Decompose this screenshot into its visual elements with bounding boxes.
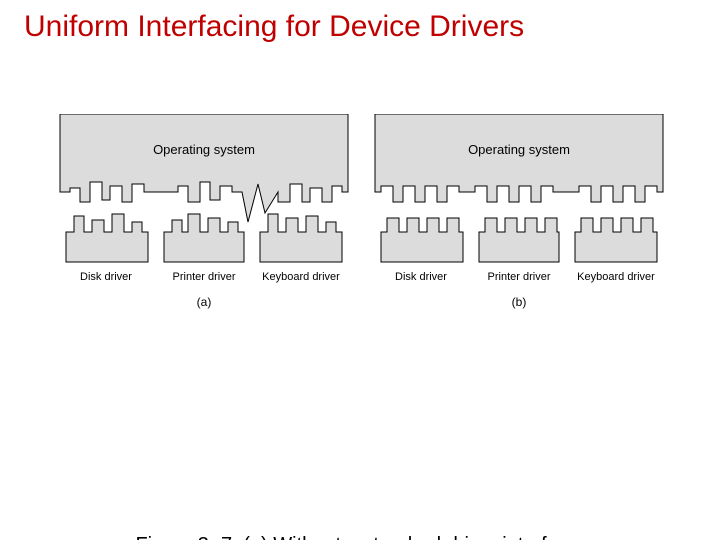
os-label-a: Operating system <box>153 142 255 157</box>
panel-a-label: (a) <box>197 295 212 309</box>
disk-driver-b <box>381 218 463 262</box>
os-block-b <box>375 114 663 202</box>
os-block-a <box>60 114 348 222</box>
caption-line-1: Figure 3 -7. (a) Without a standard driv… <box>135 534 584 540</box>
printer-driver-a <box>164 214 244 262</box>
printer-driver-b <box>479 218 559 262</box>
keyboard-driver-a <box>260 214 342 262</box>
keyboard-driver-label-b: Keyboard driver <box>577 271 655 283</box>
printer-driver-label-a: Printer driver <box>173 271 236 283</box>
os-label-b: Operating system <box>468 142 570 157</box>
panel-b-label: (b) <box>512 295 527 309</box>
page-title: Uniform Interfacing for Device Drivers <box>0 0 720 44</box>
figure: Operating system Disk driver Printer dri… <box>0 114 720 474</box>
printer-driver-label-b: Printer driver <box>488 271 551 283</box>
keyboard-driver-b <box>575 218 657 262</box>
keyboard-driver-label-a: Keyboard driver <box>262 271 340 283</box>
disk-driver-a <box>66 214 148 262</box>
disk-driver-label-b: Disk driver <box>395 271 447 283</box>
figure-caption: Figure 3 -7. (a) Without a standard driv… <box>0 532 720 540</box>
disk-driver-label-a: Disk driver <box>80 271 132 283</box>
